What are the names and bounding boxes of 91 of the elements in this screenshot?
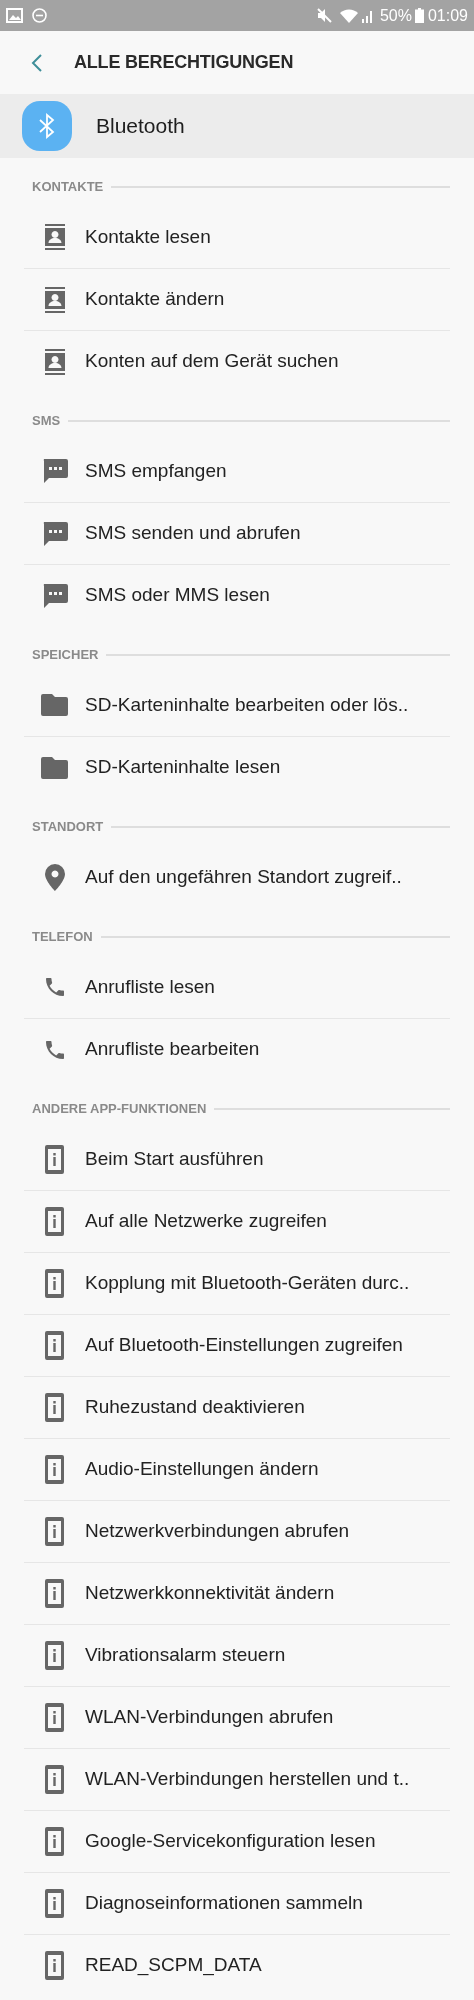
info-device-icon bbox=[45, 1703, 64, 1732]
permission-label: Auf den ungefähren Standort zugreif.. bbox=[85, 864, 402, 889]
permission-item[interactable]: Anrufliste bearbeiten bbox=[24, 1018, 450, 1080]
permission-item[interactable]: Google-Servicekonfiguration lesen bbox=[24, 1810, 450, 1872]
info-device-icon bbox=[45, 1331, 64, 1360]
bluetooth-icon bbox=[39, 113, 55, 139]
info-device-icon bbox=[45, 1144, 64, 1174]
message-icon bbox=[41, 459, 68, 483]
permission-item[interactable]: Kontakte ändern bbox=[24, 268, 450, 330]
back-chevron-icon bbox=[31, 52, 43, 73]
message-icon bbox=[41, 583, 68, 608]
info-device-icon bbox=[45, 1827, 64, 1856]
permission-label: Konten auf dem Gerät suchen bbox=[85, 349, 339, 374]
permission-label: Auf alle Netzwerke zugreifen bbox=[85, 1209, 327, 1234]
permission-item[interactable]: Ruhezustand deaktivieren bbox=[24, 1376, 450, 1438]
info-device-icon bbox=[45, 1455, 64, 1484]
section-header: TELEFON bbox=[32, 929, 93, 945]
permission-item[interactable]: Vibrationsalarm steuern bbox=[24, 1624, 450, 1686]
section-header: KONTAKTE bbox=[32, 179, 104, 195]
battery-icon bbox=[414, 8, 424, 23]
permission-item[interactable]: SD-Karteninhalte lesen bbox=[24, 736, 450, 798]
permission-label: Diagnoseinformationen sammeln bbox=[85, 1891, 363, 1916]
permission-item[interactable]: Auf den ungefähren Standort zugreif.. bbox=[24, 846, 450, 908]
app-name: Bluetooth bbox=[96, 113, 185, 140]
permission-label: WLAN-Verbindungen abrufen bbox=[85, 1705, 334, 1730]
do-not-disturb-icon bbox=[32, 8, 47, 23]
permission-label: Audio-Einstellungen ändern bbox=[85, 1457, 319, 1482]
info-device-icon bbox=[45, 1579, 64, 1608]
permission-item[interactable]: READ_SCPM_DATA bbox=[24, 1934, 450, 1996]
permission-item[interactable]: SMS oder MMS lesen bbox=[24, 564, 450, 626]
permission-item[interactable]: SMS senden und abrufen bbox=[24, 502, 450, 564]
folder-icon bbox=[41, 694, 68, 716]
section-header: SMS bbox=[32, 413, 61, 429]
person-card-icon bbox=[42, 348, 67, 375]
permission-label: Ruhezustand deaktivieren bbox=[85, 1395, 305, 1420]
info-device-icon bbox=[45, 1269, 64, 1298]
permission-item[interactable]: Audio-Einstellungen ändern bbox=[24, 1438, 450, 1500]
permission-label: Kontakte lesen bbox=[85, 224, 211, 249]
permission-label: Anrufliste lesen bbox=[85, 974, 215, 999]
permission-label: SD-Karteninhalte bearbeiten oder lös.. bbox=[85, 692, 409, 717]
info-device-icon bbox=[45, 1951, 64, 1980]
wifi-icon bbox=[339, 8, 358, 23]
permission-item[interactable]: SD-Karteninhalte bearbeiten oder lös.. bbox=[24, 674, 450, 736]
battery-percent: 50% bbox=[379, 5, 412, 26]
permission-item[interactable]: Auf Bluetooth-Einstellungen zugreifen bbox=[24, 1314, 450, 1376]
image-icon bbox=[6, 8, 23, 23]
permission-label: Netzwerkkonnektivität ändern bbox=[85, 1581, 335, 1606]
permission-label: READ_SCPM_DATA bbox=[85, 1953, 262, 1978]
info-device-icon bbox=[45, 1765, 64, 1794]
permission-item[interactable]: Netzwerkverbindungen abrufen bbox=[24, 1500, 450, 1562]
info-device-icon bbox=[45, 1207, 64, 1236]
section-header: STANDORT bbox=[32, 819, 104, 835]
permission-label: Netzwerkverbindungen abrufen bbox=[85, 1519, 350, 1544]
permission-label: SMS senden und abrufen bbox=[85, 521, 301, 546]
permission-item[interactable]: Kopplung mit Bluetooth-Geräten durc.. bbox=[24, 1252, 450, 1314]
info-device-icon bbox=[45, 1393, 64, 1422]
permission-label: SMS oder MMS lesen bbox=[85, 583, 270, 608]
clock: 01:09 bbox=[427, 5, 468, 26]
permission-item[interactable]: SMS empfangen bbox=[24, 440, 450, 502]
permission-item[interactable]: Diagnoseinformationen sammeln bbox=[24, 1872, 450, 1934]
permission-label: WLAN-Verbindungen herstellen und t.. bbox=[85, 1767, 410, 1792]
permission-item[interactable]: Konten auf dem Gerät suchen bbox=[24, 330, 450, 392]
permission-item[interactable]: Kontakte lesen bbox=[24, 206, 450, 268]
permission-item[interactable]: WLAN-Verbindungen abrufen bbox=[24, 1686, 450, 1748]
section-header: SPEICHER bbox=[32, 647, 99, 663]
location-pin-icon bbox=[44, 863, 65, 891]
section-header: ANDERE APP-FUNKTIONEN bbox=[32, 1101, 207, 1117]
message-icon bbox=[41, 521, 68, 546]
permission-item[interactable]: Beim Start ausführen bbox=[24, 1128, 450, 1190]
info-device-icon bbox=[45, 1641, 64, 1670]
permission-label: SD-Karteninhalte lesen bbox=[85, 755, 281, 780]
permission-label: Google-Servicekonfiguration lesen bbox=[85, 1829, 376, 1854]
permission-item[interactable]: Anrufliste lesen bbox=[24, 956, 450, 1018]
permission-label: Auf Bluetooth-Einstellungen zugreifen bbox=[85, 1333, 403, 1358]
permission-label: Anrufliste bearbeiten bbox=[85, 1037, 260, 1062]
info-device-icon bbox=[45, 1889, 64, 1918]
mute-icon bbox=[316, 8, 332, 23]
person-card-icon bbox=[42, 286, 67, 313]
permission-label: SMS empfangen bbox=[85, 458, 227, 483]
signal-icon bbox=[361, 8, 374, 23]
folder-icon bbox=[41, 756, 68, 779]
permission-item[interactable]: WLAN-Verbindungen herstellen und t.. bbox=[24, 1748, 450, 1810]
permission-label: Beim Start ausführen bbox=[85, 1146, 264, 1171]
person-card-icon bbox=[42, 224, 67, 250]
permission-label: Kopplung mit Bluetooth-Geräten durc.. bbox=[85, 1271, 410, 1296]
info-device-icon bbox=[45, 1517, 64, 1546]
permission-label: Kontakte ändern bbox=[85, 287, 225, 312]
permission-item[interactable]: Netzwerkkonnektivität ändern bbox=[24, 1562, 450, 1624]
permission-label: Vibrationsalarm steuern bbox=[85, 1643, 286, 1668]
screen-title: ALLE BERECHTIGUNGEN bbox=[74, 51, 294, 74]
permission-item[interactable]: Auf alle Netzwerke zugreifen bbox=[24, 1190, 450, 1252]
